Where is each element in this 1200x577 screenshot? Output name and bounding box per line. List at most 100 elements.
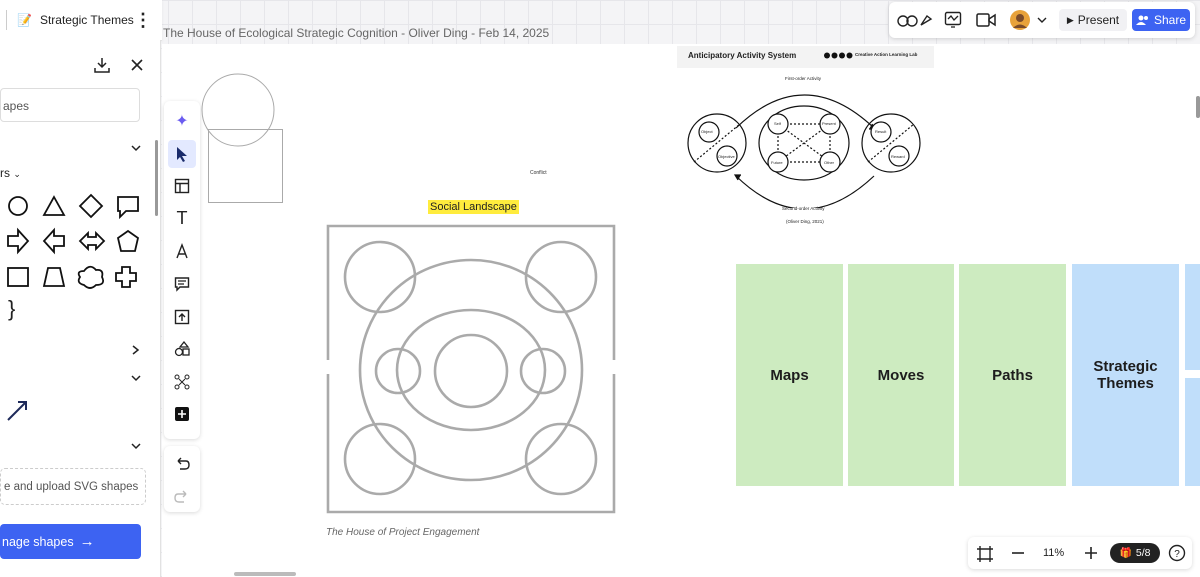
chevron-down-icon[interactable] — [130, 374, 142, 384]
comment-icon[interactable] — [168, 270, 196, 298]
chevron-down-icon — [1037, 17, 1047, 23]
node-future: Future — [771, 160, 783, 165]
node-self: Self — [774, 121, 781, 126]
text-tool-icon[interactable]: T — [168, 205, 196, 233]
panel-scrollbar[interactable] — [155, 140, 158, 216]
shapes-panel: apes rs ⌄ } e and upload SVG shapes nage… — [0, 40, 161, 577]
gift-icon: 🎁 — [1119, 547, 1132, 559]
sticky-partial[interactable] — [1185, 378, 1200, 486]
sticky-maps[interactable]: Maps — [736, 264, 843, 486]
conflict-label[interactable]: Conflict — [530, 170, 547, 176]
sticky-moves[interactable]: Moves — [848, 264, 954, 486]
reactions-icon[interactable] — [897, 10, 935, 30]
arrow-right-icon: → — [79, 533, 95, 550]
brace-shape[interactable]: } — [8, 296, 15, 322]
diamond-shape — [78, 193, 104, 219]
cal-logo — [824, 52, 853, 59]
section-label: rs — [0, 166, 10, 180]
fit-to-screen-icon[interactable] — [976, 545, 994, 563]
circle-shape — [8, 196, 28, 216]
chevron-right-icon[interactable] — [130, 344, 142, 356]
zoom-out-icon[interactable] — [1011, 546, 1025, 560]
users-icon — [1135, 15, 1148, 25]
download-icon[interactable] — [93, 56, 111, 74]
cloud-shape — [77, 265, 105, 289]
node-result: Result — [875, 129, 887, 134]
aas-lab-name: Creative Action Learning Lab — [855, 52, 918, 57]
house-diagram[interactable] — [324, 222, 618, 516]
help-icon[interactable]: ? — [1168, 544, 1186, 562]
present-button[interactable]: ▶ Present — [1059, 9, 1127, 31]
house-caption[interactable]: The House of Project Engagement — [326, 527, 479, 538]
sticky-label: Paths — [992, 366, 1033, 384]
video-icon[interactable] — [976, 12, 996, 28]
sticky-label: Strategic Themes — [1093, 358, 1158, 392]
chevron-down-icon[interactable] — [130, 144, 142, 154]
triangle-shape — [42, 195, 66, 216]
ai-sparkle-icon[interactable]: ✦ — [168, 107, 196, 135]
pen-tool-icon[interactable] — [168, 237, 196, 265]
aas-diagram[interactable] — [686, 80, 926, 208]
speech-bubble-shape — [117, 196, 139, 220]
close-icon[interactable] — [130, 58, 144, 72]
zoom-in-icon[interactable] — [1084, 546, 1098, 560]
arrow-left-shape — [42, 227, 65, 255]
double-arrow-shape — [78, 230, 106, 252]
node-objective: Objective — [718, 154, 735, 159]
play-icon: ▶ — [1066, 14, 1074, 25]
node-present: Present — [822, 121, 836, 126]
zoom-level[interactable]: 11% — [1043, 547, 1064, 559]
aas-title: Anticipatory Activity System — [688, 51, 797, 60]
section-header[interactable]: rs ⌄ — [0, 166, 21, 180]
divider — [6, 10, 7, 30]
search-input[interactable]: apes — [0, 88, 140, 122]
chevron-down-icon: ⌄ — [13, 169, 21, 179]
upload-icon[interactable] — [168, 303, 196, 331]
pentagon-shape — [116, 229, 140, 252]
present-label: Present — [1077, 13, 1120, 27]
chevron-down-icon[interactable] — [130, 442, 142, 452]
manage-shapes-label: nage shapes — [2, 534, 74, 549]
templates-icon[interactable] — [168, 172, 196, 200]
horizontal-scrollbar[interactable] — [234, 572, 296, 576]
upload-svg-dropzone[interactable]: e and upload SVG shapes — [0, 468, 146, 505]
aas-citation: (Oliver Ding, 2021) — [786, 219, 824, 224]
svg-text:?: ? — [1174, 549, 1180, 560]
process-shape — [7, 267, 29, 287]
frame-title: The House of Ecological Strategic Cognit… — [163, 26, 550, 40]
board-title[interactable]: Strategic Themes — [40, 13, 134, 27]
shape-grid — [4, 191, 154, 336]
board-header: 📝 Strategic Themes ⋮ — [0, 0, 162, 41]
more-options-icon[interactable]: ⋮ — [134, 11, 152, 29]
sticky-label: Maps — [770, 366, 809, 384]
avatar[interactable] — [1009, 9, 1049, 31]
sticky-paths[interactable]: Paths — [959, 264, 1066, 486]
canvas-scrollbar[interactable] — [1196, 96, 1200, 118]
undo-icon[interactable] — [168, 450, 196, 478]
sticky-strategic-themes[interactable]: Strategic Themes — [1072, 264, 1179, 486]
node-object: Object — [701, 129, 713, 134]
second-order-label: Second-order Activity — [782, 206, 825, 211]
pages-badge[interactable]: 🎁 5/8 — [1110, 543, 1160, 563]
more-tools-icon[interactable] — [168, 400, 196, 428]
activity-icon[interactable] — [944, 11, 962, 29]
history-toolbar — [164, 446, 200, 512]
sketch-circle-square[interactable] — [200, 73, 286, 205]
trapezoid-shape — [42, 267, 66, 287]
select-tool-icon[interactable] — [168, 139, 196, 168]
pages-count: 5/8 — [1135, 547, 1151, 559]
share-button[interactable]: Share — [1132, 9, 1190, 31]
arrow-connector-icon[interactable] — [6, 398, 30, 422]
sticky-partial[interactable] — [1185, 264, 1200, 370]
cross-shape — [115, 266, 137, 288]
redo-icon[interactable] — [168, 483, 196, 511]
social-landscape-label[interactable]: Social Landscape — [428, 200, 519, 214]
creation-toolbar: ✦ T — [164, 101, 200, 439]
node-reward: Reward — [891, 154, 905, 159]
node-other: Other — [824, 160, 835, 165]
arrow-right-shape — [7, 227, 30, 255]
mindmap-icon[interactable] — [168, 368, 196, 396]
board-emoji: 📝 — [17, 13, 32, 27]
shapes-icon[interactable] — [168, 335, 196, 363]
manage-shapes-button[interactable]: nage shapes → — [0, 524, 141, 559]
